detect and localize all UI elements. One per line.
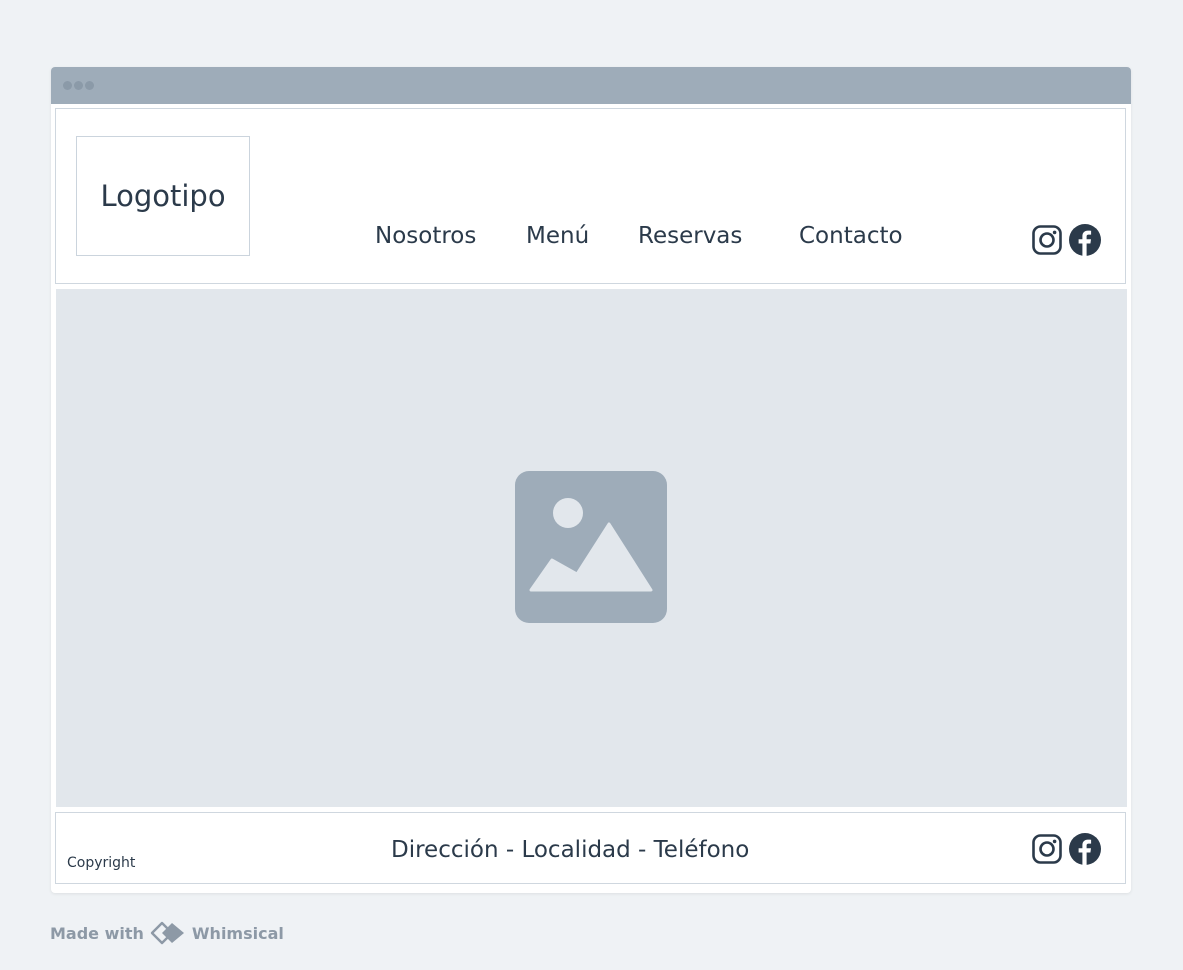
made-with-label: Made with [50,923,144,943]
site-header: Logotipo Nosotros Menú Reservas Contacto [55,108,1126,284]
site-footer: Copyright Dirección - Localidad - Teléfo… [55,812,1126,884]
nav-item-reservas[interactable]: Reservas [638,223,742,249]
copyright-text: Copyright [67,855,136,871]
whimsical-brand: Whimsical [191,923,284,943]
hero-image [56,289,1127,807]
browser-window: Logotipo Nosotros Menú Reservas Contacto… [51,67,1131,893]
window-titlebar [51,67,1131,104]
window-dot [74,81,83,90]
logo-text: Logotipo [100,179,226,213]
window-dot [85,81,94,90]
nav-item-menu[interactable]: Menú [526,223,589,249]
facebook-icon[interactable] [1069,833,1101,865]
window-dot [63,81,72,90]
whimsical-logo-icon [150,921,184,945]
instagram-icon[interactable] [1031,224,1063,256]
address-text: Dirección - Localidad - Teléfono [391,837,750,863]
made-with-whimsical[interactable]: Made with Whimsical [50,921,284,945]
nav-item-contacto[interactable]: Contacto [799,223,903,249]
facebook-icon[interactable] [1069,224,1101,256]
instagram-icon[interactable] [1031,833,1063,865]
logo[interactable]: Logotipo [76,136,250,256]
nav-item-nosotros[interactable]: Nosotros [375,223,476,249]
image-placeholder-icon [515,471,667,623]
